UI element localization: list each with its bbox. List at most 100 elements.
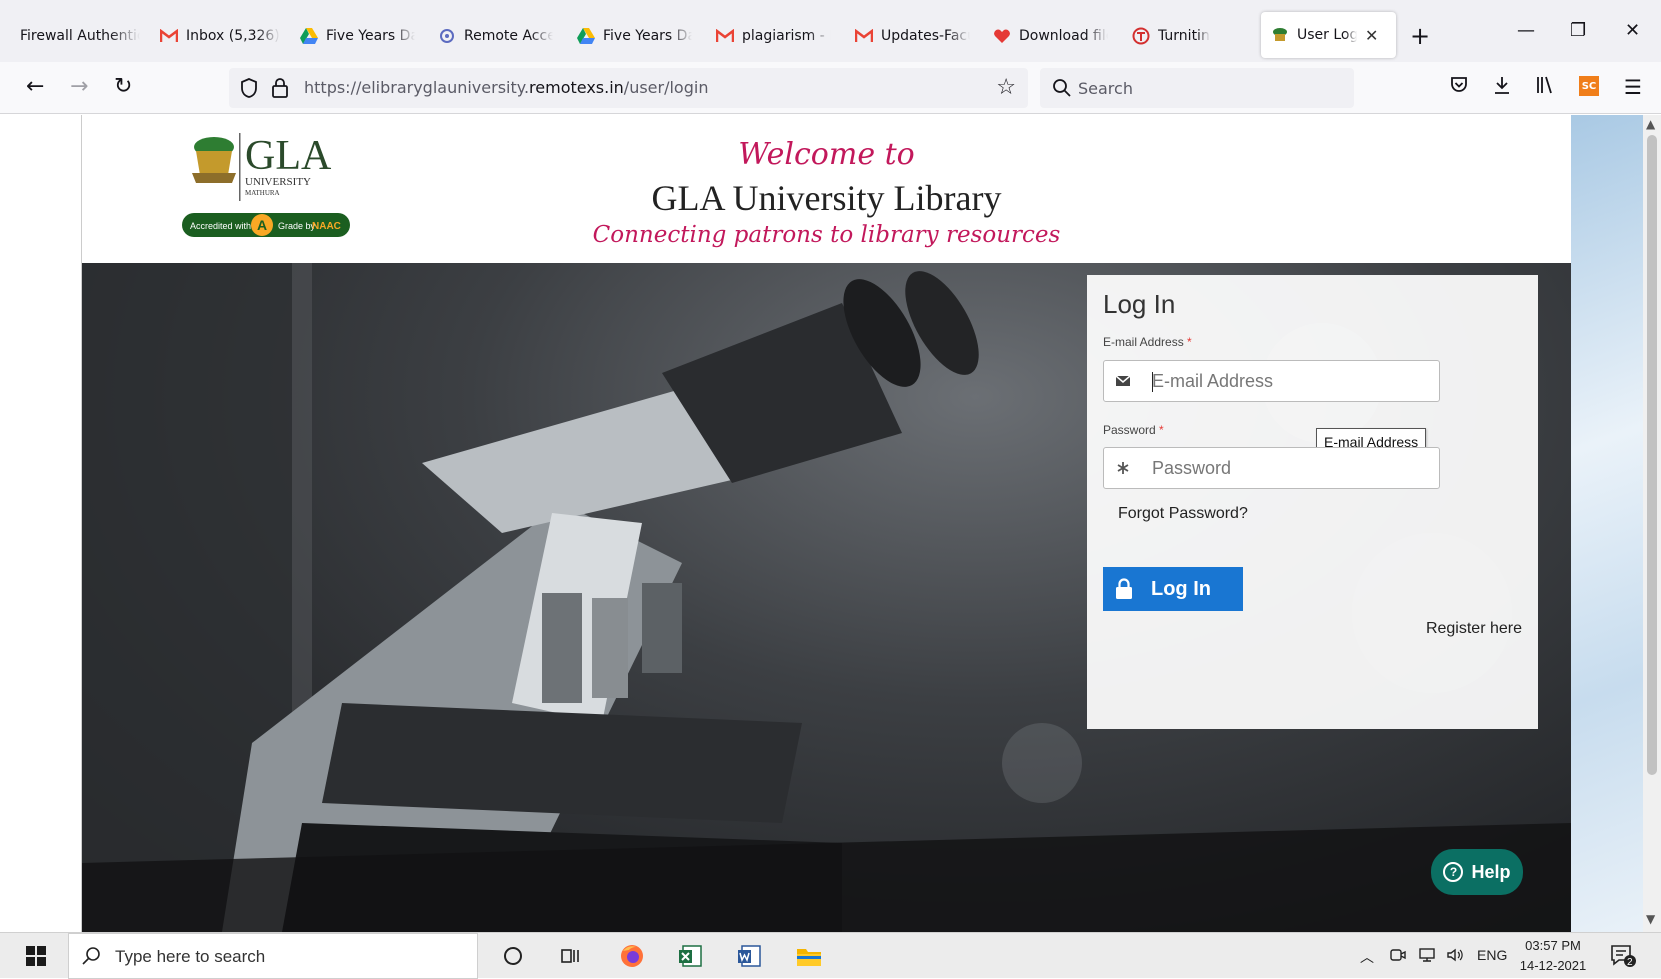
taskbar-search-box[interactable]: Type here to search — [68, 933, 478, 979]
gla-logo-icon — [1271, 26, 1289, 44]
tab-label: Turnitin — [1158, 28, 1210, 44]
tab-label: Inbox (5,326) — [186, 28, 280, 44]
tab-firewall-authentication[interactable]: Firewall Authentic — [20, 18, 140, 54]
scroll-thumb[interactable] — [1647, 135, 1657, 775]
reload-icon[interactable]: ↻ — [114, 74, 132, 99]
gmail-icon — [160, 27, 178, 45]
tab-label: Updates-Facu — [881, 28, 970, 44]
back-icon[interactable]: ← — [26, 74, 44, 99]
url-prefix: https://elibraryglauniversity. — [304, 78, 530, 97]
tab-remote-access[interactable]: Remote Acce — [438, 18, 553, 54]
gmail-icon — [855, 27, 873, 45]
tracking-shield-icon[interactable] — [239, 77, 259, 99]
password-label-text: Password — [1103, 423, 1156, 437]
password-input[interactable] — [1152, 454, 1432, 482]
login-title: Log In — [1103, 289, 1176, 319]
menu-hamburger-icon[interactable]: ☰ — [1624, 75, 1642, 99]
register-link[interactable]: Register here — [1426, 620, 1522, 638]
bookmark-star-icon[interactable]: ☆ — [996, 75, 1016, 100]
extension-sc-icon[interactable]: SC — [1579, 76, 1599, 96]
show-hidden-icons-icon[interactable]: ︿ — [1360, 947, 1374, 967]
tab-five-years-data-2[interactable]: Five Years Dat — [577, 18, 692, 54]
google-drive-icon — [577, 27, 595, 45]
email-label-text: E-mail Address — [1103, 335, 1184, 349]
taskbar-search-placeholder: Type here to search — [115, 947, 266, 966]
help-button[interactable]: ? Help — [1431, 849, 1523, 895]
tab-label: plagiarism - I — [742, 28, 831, 44]
url-path: /user/login — [623, 78, 709, 97]
welcome-heading: Welcome to — [738, 137, 915, 172]
forward-icon[interactable]: → — [70, 74, 88, 99]
tab-label: Firewall Authentic — [20, 28, 140, 44]
forgot-password-link[interactable]: Forgot Password? — [1118, 505, 1248, 523]
restore-icon[interactable]: ❐ — [1570, 20, 1586, 41]
scroll-up-icon[interactable]: ▲ — [1646, 117, 1655, 131]
new-tab-icon[interactable]: + — [1410, 22, 1430, 50]
email-input[interactable] — [1152, 367, 1432, 395]
tab-label: Remote Acce — [464, 28, 553, 44]
tab-plagiarism[interactable]: plagiarism - I — [716, 18, 831, 54]
firefox-icon[interactable] — [619, 943, 645, 969]
email-field[interactable] — [1103, 360, 1440, 402]
minimize-icon[interactable]: — — [1517, 20, 1535, 41]
browser-toolbar: ← → ↻ https://elibraryglauniversity.remo… — [0, 62, 1661, 114]
close-window-icon[interactable]: ✕ — [1625, 20, 1640, 41]
login-panel: Log In E-mail Address * Password * E-mai… — [1087, 275, 1538, 729]
network-icon[interactable] — [1418, 947, 1436, 966]
tab-label: Five Years Dat — [326, 28, 415, 44]
library-icon[interactable] — [1535, 75, 1555, 100]
help-question-icon: ? — [1443, 862, 1464, 882]
login-button[interactable]: Log In — [1103, 567, 1243, 611]
search-icon — [1053, 79, 1071, 97]
asterisk-icon — [1114, 458, 1132, 478]
notification-center-icon[interactable]: 2 — [1610, 944, 1636, 968]
required-mark: * — [1187, 335, 1192, 349]
tab-label: Download file — [1019, 28, 1108, 44]
pocket-icon[interactable] — [1449, 75, 1469, 100]
language-indicator[interactable]: ENG — [1477, 947, 1507, 963]
library-title: GLA University Library — [651, 178, 1002, 218]
tab-turnitin[interactable]: Turnitin — [1132, 18, 1247, 54]
close-tab-icon[interactable]: ✕ — [1365, 26, 1378, 45]
meet-now-icon[interactable] — [1390, 947, 1406, 966]
google-drive-icon — [300, 27, 318, 45]
tab-five-years-data-1[interactable]: Five Years Dat — [300, 18, 415, 54]
excel-icon[interactable] — [677, 943, 703, 969]
download-icon[interactable] — [1492, 75, 1512, 100]
tab-user-login[interactable]: User Login ✕ — [1261, 12, 1396, 58]
clock[interactable]: 03:57 PM 14-12-2021 — [1518, 936, 1588, 976]
page-scrollbar[interactable]: ▲ ▼ — [1643, 115, 1661, 932]
clock-date: 14-12-2021 — [1519, 958, 1587, 973]
url-text: https://elibraryglauniversity.remotexs.i… — [304, 78, 708, 97]
gmail-icon — [716, 27, 734, 45]
task-view-icon[interactable] — [557, 943, 583, 969]
lock-icon — [1116, 578, 1132, 599]
turnitin-icon — [1132, 27, 1150, 45]
tab-label: User Login — [1297, 27, 1357, 43]
file-explorer-icon[interactable] — [796, 943, 822, 969]
password-field[interactable] — [1103, 447, 1440, 489]
tab-label: Five Years Dat — [603, 28, 692, 44]
search-placeholder: Search — [1078, 79, 1133, 98]
library-tagline: Connecting patrons to library resources — [592, 222, 1061, 248]
page-background — [1570, 115, 1643, 932]
required-mark: * — [1159, 423, 1164, 437]
windows-start-icon[interactable] — [26, 946, 46, 966]
tab-download-file[interactable]: Download file — [993, 18, 1108, 54]
lock-icon[interactable] — [271, 77, 289, 99]
password-label: Password * — [1103, 423, 1164, 437]
envelope-icon — [1114, 371, 1132, 391]
volume-icon[interactable] — [1446, 947, 1464, 966]
tab-updates-faculty[interactable]: Updates-Facu — [855, 18, 970, 54]
text-caret — [1152, 372, 1153, 392]
email-label: E-mail Address * — [1103, 335, 1192, 349]
search-icon — [82, 947, 100, 965]
search-bar[interactable]: Search — [1040, 68, 1354, 108]
notification-count: 2 — [1627, 957, 1633, 968]
address-bar[interactable]: https://elibraryglauniversity.remotexs.i… — [229, 68, 1028, 108]
heart-icon — [993, 27, 1011, 45]
scroll-down-icon[interactable]: ▼ — [1646, 912, 1655, 926]
tab-inbox[interactable]: Inbox (5,326) — [160, 18, 280, 54]
cortana-icon[interactable] — [500, 943, 526, 969]
word-icon[interactable] — [736, 943, 762, 969]
